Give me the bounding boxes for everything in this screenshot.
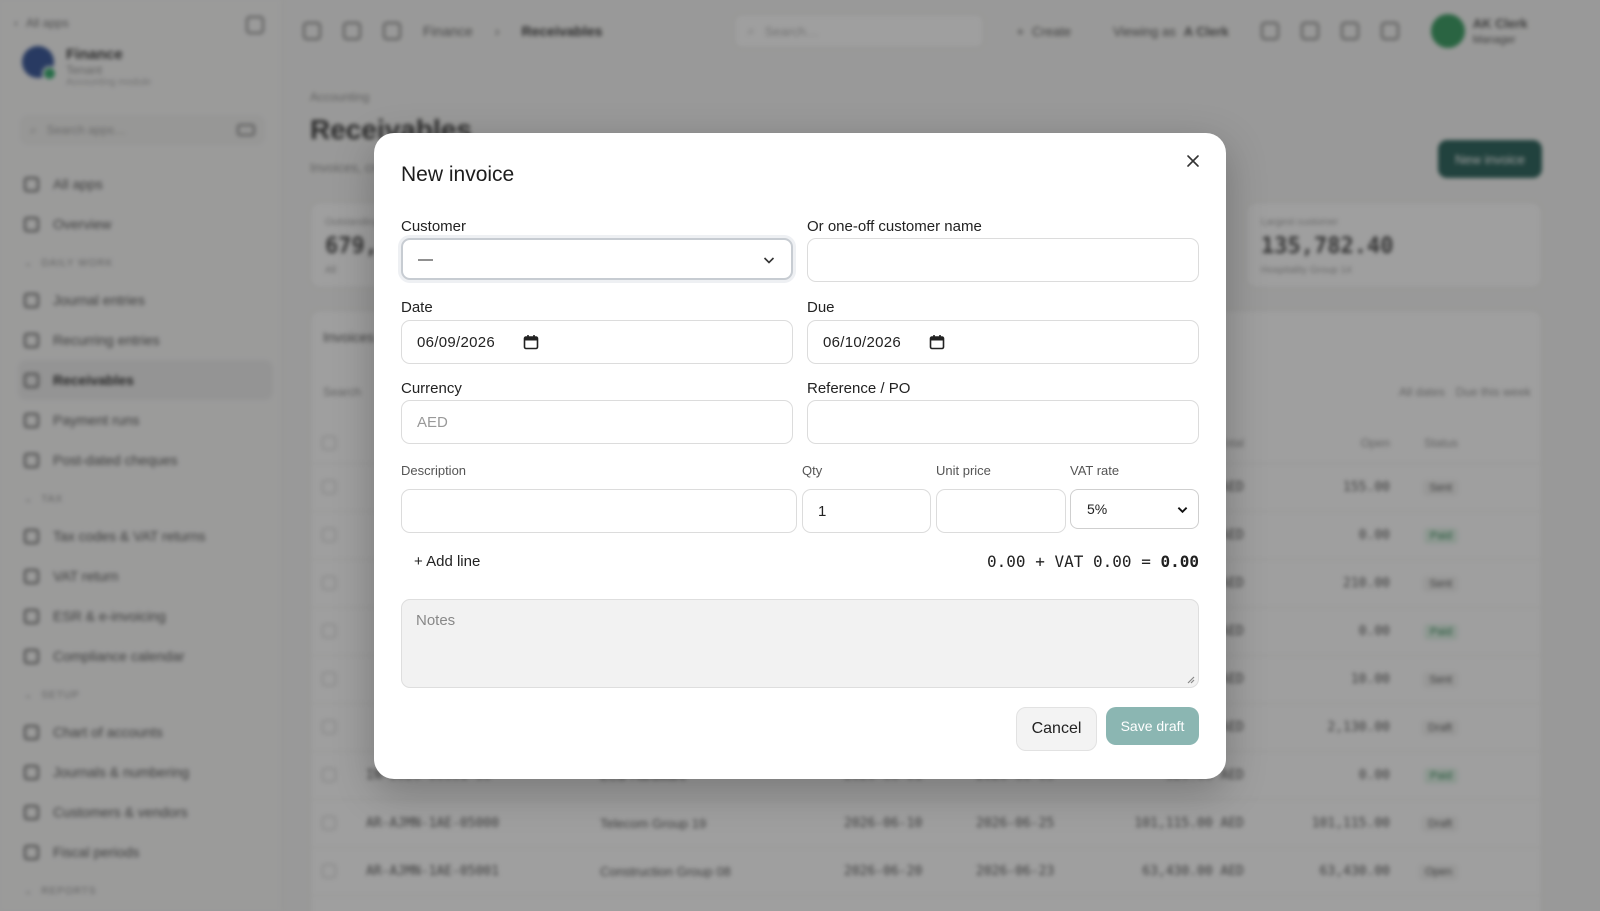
unit-price-label: Unit price [936, 463, 991, 478]
add-line-button[interactable]: + Add line [414, 553, 480, 570]
vat-rate-label: VAT rate [1070, 463, 1120, 478]
oneoff-customer-label: Or one-off customer name [807, 218, 982, 235]
due-date-input[interactable]: 06/10/2026 [807, 320, 1199, 364]
customer-label: Customer [401, 218, 467, 235]
description-input[interactable] [401, 489, 797, 533]
currency-input[interactable]: AED [401, 400, 793, 444]
currency-label: Currency [401, 380, 462, 397]
qty-input[interactable]: 1 [802, 489, 931, 533]
oneoff-customer-input[interactable] [807, 238, 1199, 282]
new-invoice-dialog: New invoice Customer — Or one-off custom… [374, 133, 1226, 779]
invoice-totals: 0.00 + VAT 0.00 = 0.00 [987, 552, 1199, 571]
unit-price-input[interactable] [936, 489, 1066, 533]
subtotal-value: 0.00 [987, 552, 1026, 571]
save-draft-button[interactable]: Save draft [1106, 707, 1199, 745]
close-icon [1187, 155, 1199, 167]
qty-label: Qty [802, 463, 823, 478]
dialog-title: New invoice [401, 163, 515, 186]
reference-label: Reference / PO [807, 380, 911, 397]
equals-sign: = [1141, 552, 1151, 571]
customer-select[interactable]: — [401, 238, 793, 280]
date-label: Date [401, 299, 433, 316]
chevron-down-icon [763, 257, 775, 264]
date-input[interactable]: 06/09/2026 [401, 320, 793, 364]
resize-handle-icon[interactable] [1185, 674, 1195, 684]
total-value: 0.00 [1160, 552, 1199, 571]
close-button[interactable] [1182, 150, 1204, 172]
vat-text: + VAT [1035, 552, 1084, 571]
notes-textarea[interactable]: Notes [401, 599, 1199, 688]
cancel-button[interactable]: Cancel [1016, 707, 1097, 751]
vat-rate-select[interactable]: 5% [1070, 489, 1199, 529]
chevron-down-icon [1177, 507, 1188, 514]
calendar-icon[interactable] [929, 334, 945, 350]
due-label: Due [807, 299, 835, 316]
calendar-icon[interactable] [523, 334, 539, 350]
reference-input[interactable] [807, 400, 1199, 444]
description-label: Description [401, 463, 467, 478]
vat-value: 0.00 [1093, 552, 1132, 571]
